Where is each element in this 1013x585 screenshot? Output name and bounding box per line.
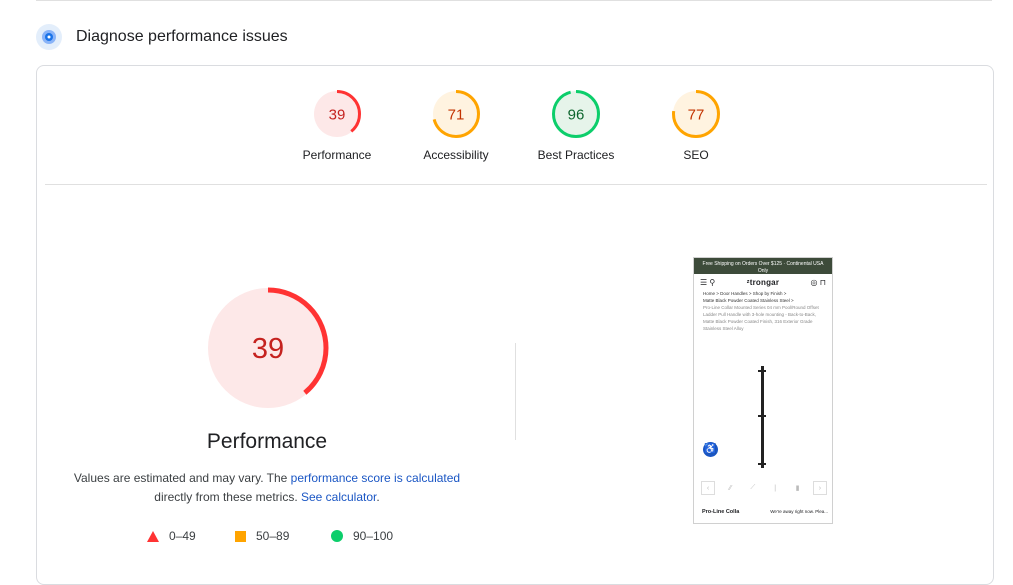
chevron-left-icon: ‹ bbox=[701, 481, 715, 495]
gauge-ring: 96 bbox=[552, 90, 600, 138]
gauges-divider bbox=[45, 184, 987, 185]
gauge-label: Performance bbox=[302, 148, 372, 162]
report-card: 39 Performance 71 Accessibility 96 Best … bbox=[36, 65, 994, 585]
square-icon bbox=[235, 530, 246, 542]
product-mount bbox=[758, 463, 766, 465]
site-logo: ᶻtrongar bbox=[746, 277, 780, 287]
thumbnail: ▮ bbox=[795, 485, 800, 492]
gauge-ring: 77 bbox=[672, 90, 720, 138]
gauge-label: Best Practices bbox=[537, 148, 615, 162]
gauge-best-practices[interactable]: 96 Best Practices bbox=[516, 89, 636, 162]
gauge-label: SEO bbox=[683, 148, 709, 162]
chat-prompt: We're away right now. Plea... bbox=[770, 509, 828, 514]
desc-text: . bbox=[376, 490, 380, 504]
footer-product-name: Pro-Line Colla bbox=[702, 509, 740, 515]
score-calculated-link[interactable]: performance score is calculated bbox=[291, 471, 460, 485]
gauge-accessibility[interactable]: 71 Accessibility bbox=[396, 89, 516, 162]
screenshot-footer: Pro-Line Colla We're away right now. Ple… bbox=[702, 509, 828, 515]
legend-fail: 0–49 bbox=[147, 529, 196, 543]
desc-text: directly from these metrics. bbox=[154, 490, 301, 504]
performance-description: Values are estimated and may vary. The p… bbox=[57, 469, 477, 507]
main-gauge-ring: 39 bbox=[207, 287, 329, 409]
site-banner: Free Shipping on Orders Over $125 · Cont… bbox=[694, 258, 832, 274]
section-title: Diagnose performance issues bbox=[76, 28, 288, 45]
gauge-ring: 71 bbox=[432, 90, 480, 138]
menu-icon: ☰ ⚲ bbox=[700, 277, 716, 287]
thumbnail-strip: ‹ ⁄⁄ ⟋ | ▮ › bbox=[701, 479, 827, 497]
thumbnail: | bbox=[774, 484, 777, 492]
desc-text: Values are estimated and may vary. The bbox=[73, 471, 291, 485]
legend-range: 0–49 bbox=[169, 529, 196, 543]
legend-pass: 90–100 bbox=[331, 529, 393, 543]
thumbnail: ⟋ bbox=[750, 484, 756, 491]
thumbnail: ⁄⁄ bbox=[729, 484, 732, 492]
performance-title: Performance bbox=[206, 430, 328, 453]
performance-main-gauge: 39 bbox=[207, 287, 329, 414]
gauge-seo[interactable]: 77 SEO bbox=[636, 89, 756, 162]
product-image bbox=[761, 366, 764, 468]
page-screenshot[interactable]: Free Shipping on Orders Over $125 · Cont… bbox=[693, 257, 833, 524]
legend-range: 50–89 bbox=[256, 529, 290, 543]
breadcrumb: Home > Door Handles > Shop by Finish > bbox=[703, 291, 787, 296]
section-header: Diagnose performance issues bbox=[36, 22, 288, 52]
svg-text:77: 77 bbox=[688, 107, 705, 124]
chevron-right-icon: › bbox=[812, 481, 827, 495]
circle-icon bbox=[331, 530, 343, 542]
svg-text:39: 39 bbox=[252, 333, 284, 365]
product-mount bbox=[758, 415, 766, 417]
svg-text:39: 39 bbox=[329, 107, 346, 124]
product-mount bbox=[758, 370, 766, 372]
triangle-icon bbox=[147, 530, 159, 542]
gauge-label: Accessibility bbox=[423, 148, 489, 162]
vertical-divider bbox=[515, 343, 516, 440]
product-description: Pro-Line Collar Mounted Series 04 mm Poo… bbox=[703, 305, 819, 331]
svg-text:71: 71 bbox=[448, 107, 465, 124]
top-divider bbox=[36, 0, 992, 1]
accessibility-icon: ♿ bbox=[703, 442, 718, 457]
breadcrumb-2: Matte Black Powder Coated Stainless Stee… bbox=[703, 298, 794, 303]
lighthouse-icon bbox=[36, 24, 62, 50]
cart-icon: ◎ ⊓ bbox=[810, 277, 826, 287]
legend-average: 50–89 bbox=[235, 529, 289, 543]
svg-text:96: 96 bbox=[568, 107, 585, 124]
gauge-performance[interactable]: 39 Performance bbox=[277, 89, 397, 162]
site-nav: ☰ ⚲ ᶻtrongar ◎ ⊓ bbox=[694, 274, 832, 290]
gauge-ring: 39 bbox=[313, 90, 361, 138]
legend-range: 90–100 bbox=[353, 529, 394, 543]
see-calculator-link[interactable]: See calculator bbox=[301, 490, 376, 504]
